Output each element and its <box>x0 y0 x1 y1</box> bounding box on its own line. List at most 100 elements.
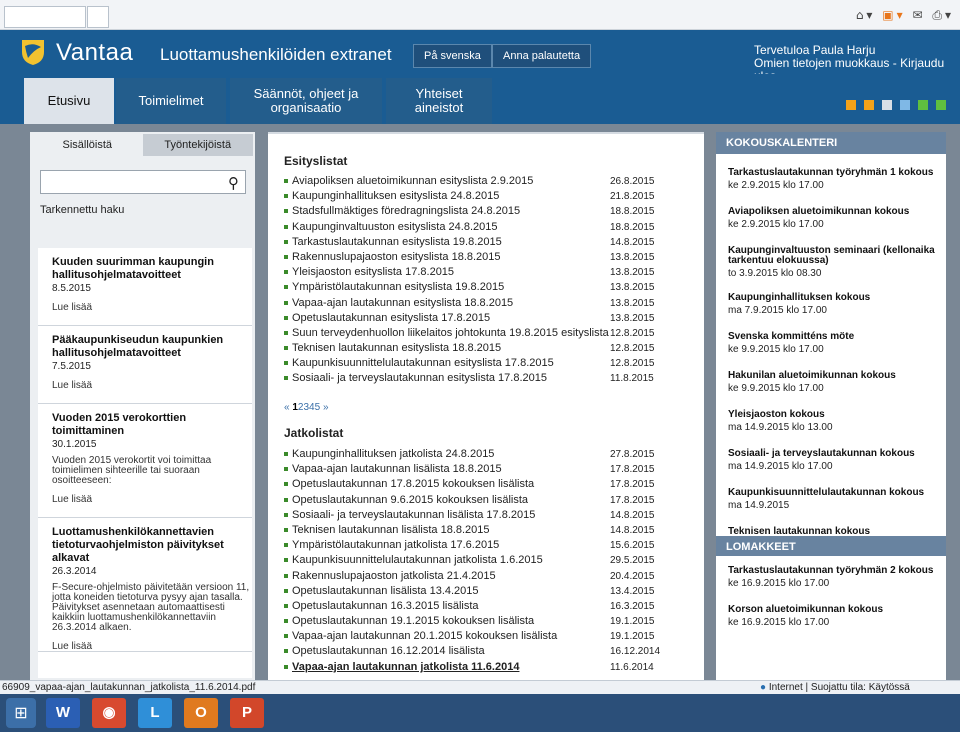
theme-square[interactable] <box>846 100 856 110</box>
print-icon[interactable]: ⎙▾ <box>932 8 954 22</box>
list-item[interactable]: Kaupunginvaltuuston esityslista 24.8.201… <box>284 220 655 235</box>
tab-etusivu[interactable]: Etusivu <box>24 78 114 124</box>
new-tab-button[interactable] <box>87 6 109 28</box>
list-item[interactable]: Rakennuslupajaoston esityslista 18.8.201… <box>284 250 655 265</box>
list-item[interactable]: Teknisen lautakunnan esityslista 18.8.20… <box>284 341 655 356</box>
document-link[interactable]: Opetuslautakunnan 16.12.2014 lisälista <box>292 644 485 659</box>
browser-tab[interactable] <box>4 6 86 28</box>
read-more-link[interactable]: Lue lisää <box>52 302 252 313</box>
event-title[interactable]: Yleisjaoston kokous <box>728 410 943 420</box>
document-link[interactable]: Opetuslautakunnan 9.6.2015 kokouksen lis… <box>292 493 528 508</box>
taskbar-app[interactable]: P <box>230 698 264 728</box>
event-title[interactable]: Tarkastuslautakunnan työryhmän 2 kokous <box>728 566 943 576</box>
list-item[interactable]: Tarkastuslautakunnan esityslista 19.8.20… <box>284 235 655 250</box>
document-link[interactable]: Opetuslautakunnan 19.1.2015 kokouksen li… <box>292 614 534 629</box>
document-link[interactable]: Stadsfullmäktiges föredragningslista 24.… <box>292 204 520 219</box>
pager-prev[interactable]: « <box>284 402 290 413</box>
news-title[interactable]: Vuoden 2015 verokorttien toimittaminen <box>52 412 252 438</box>
event-title[interactable]: Kaupunginhallituksen kokous <box>728 293 943 303</box>
list-item[interactable]: Vapaa-ajan lautakunnan 20.1.2015 kokouks… <box>284 629 655 644</box>
list-item[interactable]: Kaupunkisuunnittelulautakunnan esityslis… <box>284 356 655 371</box>
list-item[interactable]: Ympäristölautakunnan esityslista 19.8.20… <box>284 280 655 295</box>
document-link[interactable]: Rakennuslupajaoston esityslista 18.8.201… <box>292 250 501 265</box>
calendar-event[interactable]: Yleisjaoston kokous ma 14.9.2015 klo 13.0… <box>728 410 943 434</box>
document-link[interactable]: Ympäristölautakunnan jatkolista 17.6.201… <box>292 538 499 553</box>
list-item[interactable]: Teknisen lautakunnan lisälista 18.8.2015… <box>284 523 655 538</box>
theme-square[interactable] <box>936 100 946 110</box>
document-link[interactable]: Vapaa-ajan lautakunnan lisälista 18.8.20… <box>292 462 502 477</box>
list-item[interactable]: Opetuslautakunnan 16.3.2015 lisälista 16.… <box>284 599 655 614</box>
list-item[interactable]: Opetuslautakunnan 19.1.2015 kokouksen li… <box>284 614 655 629</box>
calendar-event[interactable]: Svenska kommitténs möte ke 9.9.2015 klo 1… <box>728 332 943 356</box>
document-link[interactable]: Teknisen lautakunnan lisälista 18.8.2015 <box>292 523 490 538</box>
theme-square[interactable] <box>900 100 910 110</box>
search-input[interactable]: ⚲ <box>40 170 246 194</box>
rss-icon[interactable]: ▣▾ <box>882 8 905 22</box>
tab-saannot[interactable]: Säännöt, ohjeet ja organisaatio <box>230 78 382 124</box>
document-link[interactable]: Kaupunkisuunnittelulautakunnan jatkolist… <box>292 553 543 568</box>
mail-icon[interactable]: ✉ <box>912 8 925 22</box>
logo-text[interactable]: Vantaa <box>56 39 133 67</box>
list-item[interactable]: Kaupunginhallituksen esityslista 24.8.20… <box>284 189 655 204</box>
document-link[interactable]: Kaupunginhallituksen jatkolista 24.8.201… <box>292 447 494 462</box>
vantaa-logo-icon[interactable] <box>20 38 46 66</box>
list-item[interactable]: Suun terveydenhuollon liikelaitos johtok… <box>284 326 655 341</box>
theme-square[interactable] <box>918 100 928 110</box>
calendar-event[interactable]: Kaupunkisuunnittelulautakunnan kokous ma … <box>728 488 943 512</box>
list-item[interactable]: Aviapoliksen aluetoimikunnan esityslista… <box>284 174 655 189</box>
event-title[interactable]: Sosiaali- ja terveyslautakunnan kokous <box>728 449 943 459</box>
pager-page[interactable]: 5 <box>315 402 321 413</box>
list-item[interactable]: Kaupunkisuunnittelulautakunnan jatkolist… <box>284 553 655 568</box>
calendar-event[interactable]: Tarkastuslautakunnan työryhmän 2 kokous k… <box>728 566 943 590</box>
document-link[interactable]: Suun terveydenhuollon liikelaitos johtok… <box>292 326 609 341</box>
list-item[interactable]: Sosiaali- ja terveyslautakunnan esitysli… <box>284 371 654 386</box>
document-link[interactable]: Kaupunginvaltuuston esityslista 24.8.201… <box>292 220 497 235</box>
list-item[interactable]: Vapaa-ajan lautakunnan esityslista 18.8.… <box>284 296 655 311</box>
news-title[interactable]: Kuuden suurimman kaupungin hallitusohjel… <box>52 256 252 282</box>
document-link[interactable]: Ympäristölautakunnan esityslista 19.8.20… <box>292 280 504 295</box>
taskbar-app[interactable]: L <box>138 698 172 728</box>
taskbar-app[interactable]: ◉ <box>92 698 126 728</box>
list-item[interactable]: Opetuslautakunnan lisälista 13.4.2015 13.… <box>284 584 655 599</box>
event-title[interactable]: Kaupunginvaltuuston seminaari (kellonaik… <box>728 246 943 266</box>
read-more-link[interactable]: Lue lisää <box>52 380 252 391</box>
list-item[interactable]: Vapaa-ajan lautakunnan lisälista 18.8.20… <box>284 462 655 477</box>
document-link[interactable]: Vapaa-ajan lautakunnan 20.1.2015 kokouks… <box>292 629 557 644</box>
document-link[interactable]: Teknisen lautakunnan esityslista 18.8.20… <box>292 341 501 356</box>
taskbar-app[interactable]: O <box>184 698 218 728</box>
event-title[interactable]: Kaupunkisuunnittelulautakunnan kokous <box>728 488 943 498</box>
list-item[interactable]: Opetuslautakunnan 16.12.2014 lisälista 16… <box>284 644 660 659</box>
tab-sisalloista[interactable]: Sisällöistä <box>32 134 143 156</box>
document-link[interactable]: Aviapoliksen aluetoimikunnan esityslista… <box>292 174 533 189</box>
taskbar-app[interactable]: W <box>46 698 80 728</box>
calendar-event[interactable]: Tarkastuslautakunnan työryhmän 1 kokous k… <box>728 168 943 192</box>
list-item[interactable]: Ympäristölautakunnan jatkolista 17.6.201… <box>284 538 655 553</box>
event-title[interactable]: Hakunilan aluetoimikunnan kokous <box>728 371 943 381</box>
document-link[interactable]: Rakennuslupajaoston jatkolista 21.4.2015 <box>292 569 496 584</box>
event-title[interactable]: Tarkastuslautakunnan työryhmän 1 kokous <box>728 168 943 178</box>
tab-tyontekijoista[interactable]: Työntekijöistä <box>142 134 253 156</box>
calendar-event[interactable]: Hakunilan aluetoimikunnan kokous ke 9.9.2… <box>728 371 943 395</box>
list-item[interactable]: Stadsfullmäktiges föredragningslista 24.… <box>284 204 655 219</box>
document-link[interactable]: Kaupunginhallituksen esityslista 24.8.20… <box>292 189 499 204</box>
document-link[interactable]: Kaupunkisuunnittelulautakunnan esityslis… <box>292 356 554 371</box>
theme-square[interactable] <box>882 100 892 110</box>
pager-next[interactable]: » <box>323 402 329 413</box>
calendar-event[interactable]: Sosiaali- ja terveyslautakunnan kokous ma… <box>728 449 943 473</box>
feedback-button[interactable]: Anna palautetta <box>492 44 592 68</box>
event-title[interactable]: Svenska kommitténs möte <box>728 332 943 342</box>
advanced-search-link[interactable]: Tarkennettu haku <box>40 204 124 216</box>
list-item[interactable]: Opetuslautakunnan 9.6.2015 kokouksen lis… <box>284 493 655 508</box>
calendar-event[interactable]: Kaupunginvaltuuston seminaari (kellonaik… <box>728 246 943 280</box>
calendar-event[interactable]: Korson aluetoimikunnan kokous ke 16.9.201… <box>728 605 943 629</box>
list-item[interactable]: Opetuslautakunnan esityslista 17.8.2015 1… <box>284 311 655 326</box>
swedish-button[interactable]: På svenska <box>413 44 492 68</box>
event-title[interactable]: Korson aluetoimikunnan kokous <box>728 605 943 615</box>
document-link[interactable]: Sosiaali- ja terveyslautakunnan esitysli… <box>292 371 547 386</box>
list-item[interactable]: Vapaa-ajan lautakunnan jatkolista 11.6.2… <box>284 660 654 675</box>
home-icon[interactable]: ⌂▾ <box>856 8 876 22</box>
calendar-event[interactable]: Kaupunginhallituksen kokous ma 7.9.2015 k… <box>728 293 943 317</box>
tab-yhteiset[interactable]: Yhteiset aineistot <box>386 78 492 124</box>
news-title[interactable]: Pääkaupunkiseudun kaupunkien hallitusohj… <box>52 334 252 360</box>
edit-profile-link[interactable]: Omien tietojen muokkaus <box>754 56 889 70</box>
